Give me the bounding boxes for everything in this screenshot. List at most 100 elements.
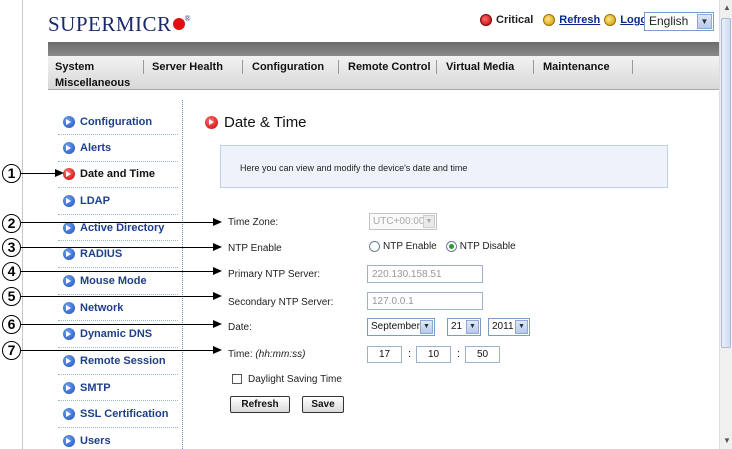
critical-icon	[480, 14, 492, 26]
year-value: 2011	[492, 321, 514, 332]
primary-ntp-label: Primary NTP Server:	[228, 269, 321, 280]
ntp-disable-option-label: NTP Disable	[459, 241, 516, 252]
sidebar-item-remote-session[interactable]: Remote Session	[63, 355, 175, 367]
callout-3: 3	[2, 238, 21, 257]
callout-line	[21, 222, 213, 223]
nav-system[interactable]: System	[55, 61, 94, 73]
sidebar-item-network[interactable]: Network	[63, 302, 175, 314]
date-label: Date:	[228, 322, 252, 333]
minutes-input[interactable]: 10	[416, 346, 451, 363]
nav-server-health[interactable]: Server Health	[152, 61, 223, 73]
arrow-bullet-icon	[63, 168, 75, 180]
hours-input[interactable]: 17	[367, 346, 402, 363]
arrow-bullet-icon	[63, 116, 75, 128]
callout-6: 6	[2, 315, 21, 334]
chevron-down-icon: ▼	[515, 320, 528, 334]
vertical-scrollbar[interactable]: ▲ ▼	[719, 0, 732, 449]
callout-5: 5	[2, 287, 21, 306]
month-select[interactable]: September ▼	[367, 318, 435, 336]
sidebar-item-active-directory[interactable]: Active Directory	[63, 222, 175, 234]
sidebar-separator	[58, 400, 178, 401]
time-zone-value: UTC+00:00	[373, 216, 425, 227]
callout-arrowhead-icon	[213, 320, 222, 328]
seconds-input[interactable]: 50	[465, 346, 500, 363]
refresh-icon[interactable]	[543, 14, 556, 26]
nav-maintenance[interactable]: Maintenance	[543, 61, 610, 73]
callout-arrowhead-icon	[213, 292, 222, 300]
nav-remote-control[interactable]: Remote Control	[348, 61, 431, 73]
sidebar-item-ssl-certification[interactable]: SSL Certification	[63, 408, 175, 420]
time-label-text: Time:	[228, 349, 253, 360]
secondary-ntp-label: Secondary NTP Server:	[228, 297, 334, 308]
daylight-saving-label: Daylight Saving Time	[248, 374, 342, 385]
header-actions: Critical Refresh Logout	[480, 14, 658, 26]
sidebar-item-smtp[interactable]: SMTP	[63, 382, 175, 394]
nav-divider	[338, 60, 339, 74]
time-zone-select[interactable]: UTC+00:00 ▼	[369, 213, 437, 230]
arrow-bullet-icon	[63, 248, 75, 260]
sidebar-item-radius[interactable]: RADIUS	[63, 248, 175, 260]
year-select[interactable]: 2011 ▼	[488, 318, 530, 336]
callout-arrowhead-icon	[213, 267, 222, 275]
sidebar-item-mouse-mode[interactable]: Mouse Mode	[63, 275, 175, 287]
ntp-enable-label: NTP Enable	[228, 243, 282, 254]
sidebar-item-label: Network	[80, 302, 124, 314]
info-box: Here you can view and modify the device'…	[220, 145, 668, 188]
chevron-down-icon: ▼	[466, 320, 479, 334]
callout-arrowhead-icon	[213, 243, 222, 251]
callout-4: 4	[2, 262, 21, 281]
sidebar-separator	[58, 347, 178, 348]
sidebar-item-users[interactable]: Users	[63, 435, 175, 447]
callout-line	[21, 271, 213, 272]
nav-virtual-media[interactable]: Virtual Media	[446, 61, 514, 73]
day-select[interactable]: 21 ▼	[447, 318, 481, 336]
sidebar-item-label: LDAP	[80, 195, 110, 207]
sidebar-item-date-and-time[interactable]: Date and Time	[63, 168, 175, 180]
daylight-saving-checkbox[interactable]	[232, 374, 242, 384]
arrow-bullet-icon	[63, 275, 75, 287]
time-separator: :	[408, 348, 412, 360]
sidebar-separator	[58, 214, 178, 215]
time-zone-label: Time Zone:	[228, 217, 279, 228]
sidebar-item-configuration[interactable]: Configuration	[63, 116, 175, 128]
time-format-hint: (hh:mm:ss)	[255, 349, 306, 360]
sidebar-item-label: Dynamic DNS	[80, 328, 153, 340]
logout-icon[interactable]	[604, 14, 617, 26]
primary-ntp-input[interactable]: 220.130.158.51	[367, 265, 483, 283]
nav-divider	[436, 60, 437, 74]
sidebar-separator	[58, 427, 178, 428]
sidebar-separator	[58, 294, 178, 295]
ntp-enable-radio[interactable]	[369, 241, 380, 252]
callout-line	[21, 173, 55, 174]
callout-arrowhead-icon	[213, 346, 222, 354]
sidebar-item-alerts[interactable]: Alerts	[63, 142, 175, 154]
sidebar-item-label: SSL Certification	[80, 408, 169, 420]
refresh-button[interactable]: Refresh	[230, 396, 290, 413]
chevron-down-icon[interactable]: ▼	[697, 14, 712, 29]
language-value: English	[649, 14, 689, 28]
critical-label: Critical	[496, 14, 534, 26]
sidebar-separator	[58, 320, 178, 321]
scroll-up-icon[interactable]: ▲	[723, 3, 731, 12]
scrollbar-thumb[interactable]	[721, 18, 731, 348]
ntp-disable-radio[interactable]	[445, 241, 457, 252]
sidebar-item-label: Alerts	[80, 142, 112, 154]
sidebar-item-label: Remote Session	[80, 355, 166, 367]
refresh-link[interactable]: Refresh	[559, 14, 600, 26]
sidebar-item-label: SMTP	[80, 382, 111, 394]
language-select[interactable]: English ▼	[644, 12, 714, 31]
chevron-down-icon: ▼	[420, 320, 433, 334]
callout-arrowhead-icon	[213, 218, 222, 226]
nav-divider	[143, 60, 144, 74]
nav-miscellaneous[interactable]: Miscellaneous	[55, 77, 130, 89]
nav-configuration[interactable]: Configuration	[252, 61, 324, 73]
callout-line	[21, 324, 213, 325]
time-label: Time: (hh:mm:ss)	[228, 349, 305, 360]
sidebar-item-ldap[interactable]: LDAP	[63, 195, 175, 207]
sidebar-item-dynamic-dns[interactable]: Dynamic DNS	[63, 328, 175, 340]
arrow-bullet-icon	[63, 142, 75, 154]
save-button[interactable]: Save	[302, 396, 344, 413]
scroll-down-icon[interactable]: ▼	[723, 436, 731, 445]
secondary-ntp-input[interactable]: 127.0.0.1	[367, 292, 483, 310]
month-value: September	[371, 321, 420, 332]
